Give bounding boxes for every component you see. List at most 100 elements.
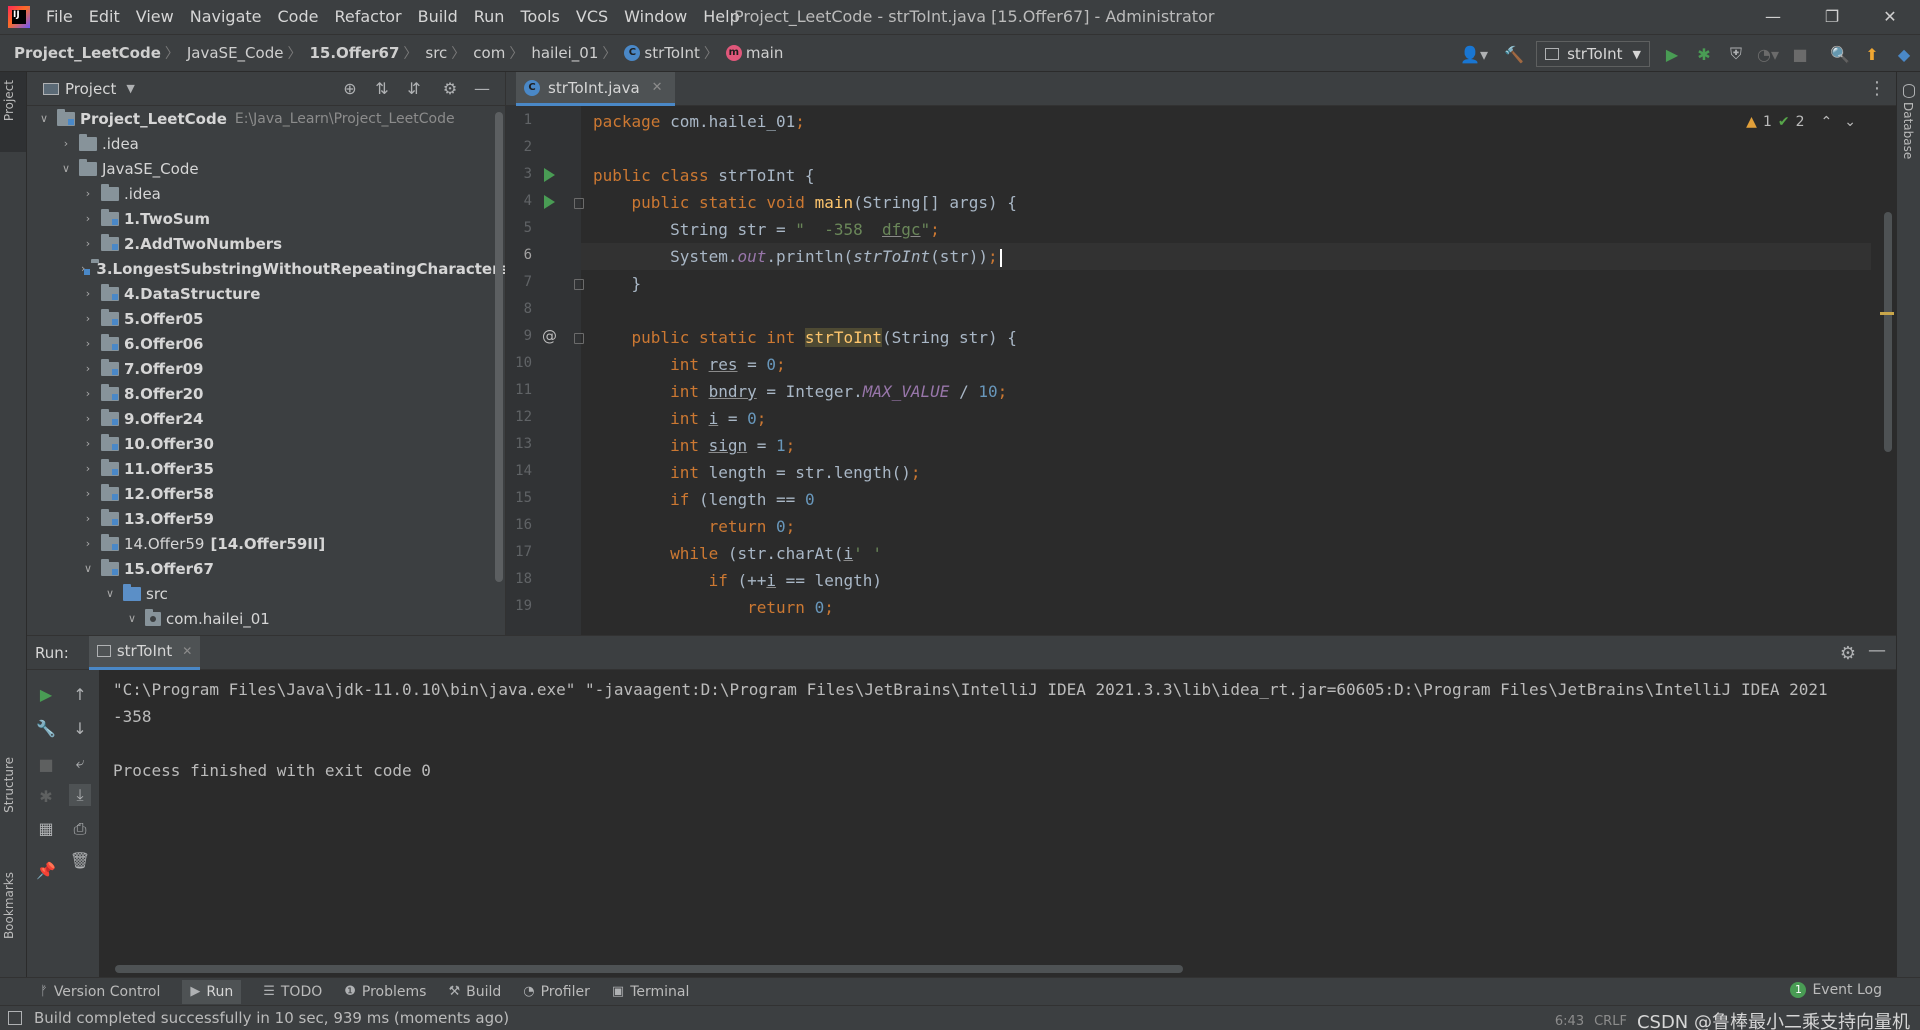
chevron-right-icon[interactable]: › — [81, 387, 95, 400]
chevron-right-icon[interactable]: › — [81, 412, 95, 425]
run-icon[interactable]: ▶ — [1658, 40, 1686, 68]
tree-node[interactable]: › 9.Offer24 — [27, 406, 505, 431]
status-message[interactable]: Build completed successfully in 10 sec, … — [34, 1009, 509, 1027]
editor-tab-strtoint[interactable]: C strToInt.java ✕ — [516, 72, 675, 106]
tree-node[interactable]: › 2.AddTwoNumbers — [27, 231, 505, 256]
wrench-icon[interactable]: 🔧 — [35, 718, 57, 740]
tree-node[interactable]: › 10.Offer30 — [27, 431, 505, 456]
tool-tab-run[interactable]: ▶ Run — [182, 979, 242, 1004]
chevron-right-icon[interactable]: › — [59, 137, 73, 150]
chevron-right-icon[interactable]: › — [81, 362, 95, 375]
inspection-widget[interactable]: ▲ 1 ✔ 2 ⌃ ⌄ — [1746, 114, 1856, 130]
menu-build[interactable]: Build — [410, 0, 466, 34]
debug-icon[interactable]: ✱ — [35, 786, 57, 808]
breadcrumb-folder[interactable]: 15.Offer67 — [303, 44, 401, 62]
tool-tab-version-control[interactable]: ᚠ Version Control — [40, 984, 160, 1000]
down-arrow-icon[interactable]: ↓ — [69, 718, 91, 740]
tree-node[interactable]: › 1.TwoSum — [27, 206, 505, 231]
chevron-down-icon[interactable]: ∨ — [103, 587, 117, 600]
code-line[interactable]: int res = 0; — [581, 351, 1871, 378]
profile-icon[interactable]: ◔▾ — [1754, 40, 1782, 68]
tree-node[interactable]: › 14.Offer59 [14.Offer59II] — [27, 531, 505, 556]
tree-node[interactable]: › 3.LongestSubstringWithoutRepeatingChara… — [27, 256, 505, 281]
tree-node[interactable]: › 7.Offer09 — [27, 356, 505, 381]
code-line[interactable]: while (str.charAt(i' ' — [581, 540, 1871, 567]
tree-node[interactable]: › 5.Offer05 — [27, 306, 505, 331]
database-tool-tab[interactable]: Database — [1901, 102, 1915, 159]
code-line[interactable]: int i = 0; — [581, 405, 1871, 432]
menu-code[interactable]: Code — [270, 0, 327, 34]
chevron-down-icon[interactable]: ∨ — [125, 612, 139, 625]
code-line[interactable]: public static void main(String[] args) { — [581, 189, 1871, 216]
breadcrumb-src[interactable]: src — [419, 44, 449, 62]
tree-node[interactable]: ∨ com.hailei_01 — [27, 606, 505, 631]
tree-node[interactable]: ∨ 15.Offer67 — [27, 556, 505, 581]
code-line[interactable]: } — [581, 270, 1871, 297]
caret-position[interactable]: 6:43 — [1555, 1014, 1584, 1029]
rerun-icon[interactable]: ▶ — [35, 684, 57, 706]
run-configuration-select[interactable]: strToInt ▼ — [1536, 41, 1650, 67]
update-icon[interactable]: ⬆ — [1858, 40, 1886, 68]
tree-node[interactable]: › 11.Offer35 — [27, 456, 505, 481]
tool-tab-problems[interactable]: ❶ Problems — [344, 984, 426, 1000]
toolbox-icon[interactable]: ◆ — [1890, 40, 1918, 68]
chevron-right-icon[interactable]: › — [81, 437, 95, 450]
breadcrumb-project[interactable]: Project_LeetCode — [0, 44, 163, 62]
hide-icon[interactable]: — — [473, 80, 491, 98]
code-line[interactable]: return 0; — [581, 513, 1871, 540]
project-tree-scrollbar[interactable] — [495, 112, 503, 582]
project-panel-title[interactable]: Project — [65, 80, 116, 98]
search-icon[interactable]: 🔍 — [1826, 40, 1854, 68]
breadcrumb-com[interactable]: com — [467, 44, 507, 62]
up-arrow-icon[interactable]: ↑ — [69, 684, 91, 706]
chevron-down-icon[interactable]: ∨ — [59, 162, 73, 175]
chevron-right-icon[interactable]: › — [81, 312, 95, 325]
expand-all-icon[interactable]: ⇅ — [373, 80, 391, 98]
tree-node[interactable]: › 13.Offer59 — [27, 506, 505, 531]
breadcrumb-method[interactable]: m main — [720, 44, 785, 62]
warning-stripe-marker[interactable] — [1880, 312, 1894, 315]
close-tab-icon[interactable]: ✕ — [182, 644, 192, 658]
soft-wrap-icon[interactable]: ⤶ — [69, 752, 91, 774]
print-icon[interactable]: ⎙ — [69, 818, 91, 840]
scroll-to-end-icon[interactable]: ⤓ — [69, 784, 91, 806]
code-line[interactable]: int sign = 1; — [581, 432, 1871, 459]
close-tab-icon[interactable]: ✕ — [652, 80, 663, 95]
menu-navigate[interactable]: Navigate — [182, 0, 270, 34]
chevron-down-icon[interactable]: ⌄ — [1844, 114, 1856, 130]
chevron-right-icon[interactable]: › — [81, 337, 95, 350]
tree-node[interactable]: ∨ src — [27, 581, 505, 606]
breadcrumb-package[interactable]: hailei_01 — [525, 44, 600, 62]
minimize-button[interactable]: — — [1745, 0, 1801, 34]
event-log-button[interactable]: 1 Event Log — [1790, 982, 1882, 998]
tree-node[interactable]: ∨ JavaSE_Code — [27, 156, 505, 181]
layout-icon[interactable]: ▦ — [35, 818, 57, 840]
chevron-down-icon[interactable]: ∨ — [81, 562, 95, 575]
trash-icon[interactable]: 🗑 — [69, 850, 91, 872]
tool-tab-build[interactable]: ⚒ Build — [448, 984, 501, 1000]
tree-node[interactable]: › 12.Offer58 — [27, 481, 505, 506]
menu-view[interactable]: View — [128, 0, 182, 34]
code-line[interactable]: System.out.println(strToInt(str)); — [581, 243, 1871, 270]
code-line[interactable]: if (++i == length) — [581, 567, 1871, 594]
override-marker-icon[interactable]: @ — [542, 327, 557, 345]
menu-file[interactable]: File — [38, 0, 81, 34]
chevron-right-icon[interactable]: › — [81, 537, 95, 550]
code-line[interactable]: int bndry = Integer.MAX_VALUE / 10; — [581, 378, 1871, 405]
menu-tools[interactable]: Tools — [512, 0, 567, 34]
more-vertical-icon[interactable]: ⋮ — [1868, 78, 1886, 99]
restore-button[interactable]: ❐ — [1804, 0, 1860, 34]
menu-window[interactable]: Window — [616, 0, 695, 34]
chevron-right-icon[interactable]: › — [81, 237, 95, 250]
coverage-icon[interactable]: ⛨ — [1722, 40, 1750, 68]
code-line[interactable]: int length = str.length(); — [581, 459, 1871, 486]
tool-tab-profiler[interactable]: ◔ Profiler — [523, 984, 590, 1000]
gutter-run-icon[interactable] — [544, 168, 555, 182]
collapse-all-icon[interactable]: ⇵ — [405, 80, 423, 98]
tree-node[interactable]: › 6.Offer06 — [27, 331, 505, 356]
chevron-down-icon[interactable]: ▼ — [126, 82, 134, 95]
menu-refactor[interactable]: Refactor — [326, 0, 409, 34]
tool-tab-terminal[interactable]: ▣ Terminal — [612, 984, 689, 1000]
close-button[interactable]: ✕ — [1862, 0, 1918, 34]
menu-run[interactable]: Run — [466, 0, 513, 34]
